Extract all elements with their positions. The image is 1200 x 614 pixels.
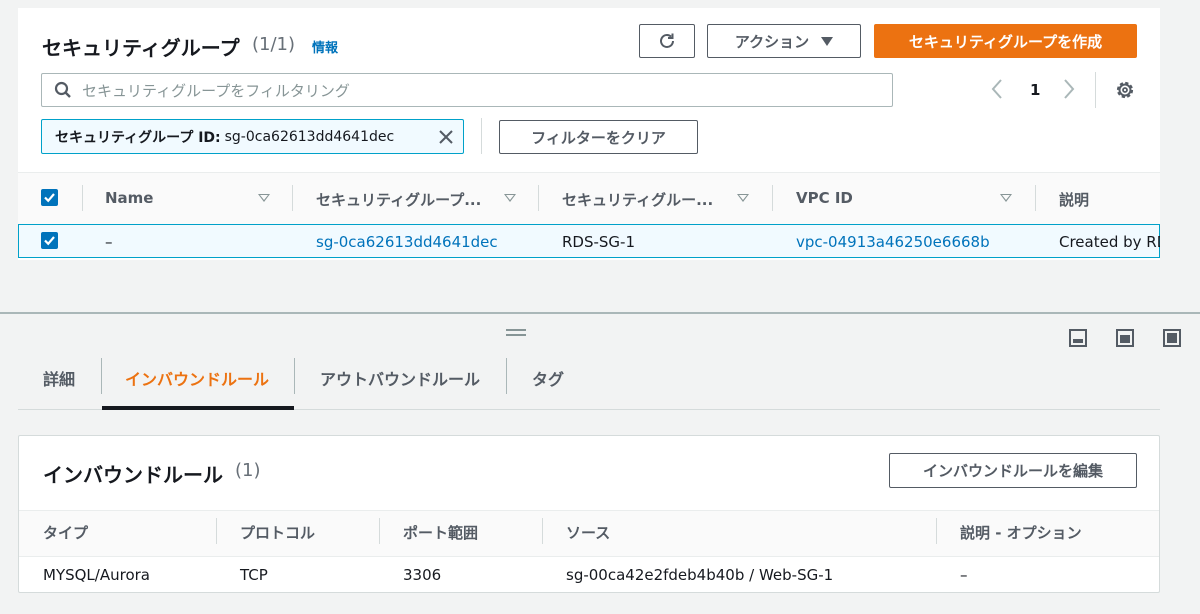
search-icon [54,81,71,98]
drag-handle-icon[interactable] [506,329,526,337]
inbound-title: インバウンドルール [43,463,223,487]
chevron-right-icon[interactable] [1062,78,1076,100]
column-header-protocol: プロトコル [240,524,316,542]
panel-layout-icon[interactable] [1116,329,1134,347]
tab-tags[interactable]: タグ [532,366,564,390]
divider [1035,185,1036,211]
edit-inbound-rules-button[interactable]: インバウンドルールを編集 [889,453,1137,488]
tab-inbound-rules[interactable]: インバウンドルール [125,366,269,390]
split-divider[interactable] [0,312,1200,314]
panel-layout-icon[interactable] [1163,329,1181,347]
cell-source: sg-00ca42e2fdeb4b40b / Web-SG-1 [566,566,834,584]
tab-outbound-rules[interactable]: アウトバウンドルール [320,366,480,390]
cell-group-id[interactable]: sg-0ca62613dd4641dec [316,233,498,251]
divider [82,185,83,211]
divider [772,185,773,211]
column-header-description[interactable]: 説明 [1059,189,1089,210]
caret-down-icon [821,36,834,46]
create-security-group-button[interactable]: セキュリティグループを作成 [874,24,1137,58]
cell-port-range: 3306 [403,566,442,584]
cell-description: – [960,566,968,584]
divider [481,118,482,154]
clear-filter-label: フィルターをクリア [531,128,666,147]
column-header-description: 説明 - オプション [960,524,1082,542]
column-header-group-name[interactable]: セキュリティグルー... [562,189,713,210]
cell-vpc-id[interactable]: vpc-04913a46250e6668b [796,233,990,251]
divider [936,518,937,544]
filter-token: セキュリティグループ ID: sg-0ca62613dd4641dec [41,119,464,154]
chevron-left-icon[interactable] [990,78,1004,100]
divider [542,518,543,544]
actions-button[interactable]: アクション [707,24,861,58]
tab-details[interactable]: 詳細 [43,366,75,390]
group-count: (1/1) [252,34,296,55]
cell-protocol: TCP [240,566,268,584]
divider [379,518,380,544]
info-link[interactable]: 情報 [312,37,338,56]
column-header-name[interactable]: Name [105,189,153,207]
edit-inbound-label: インバウンドルールを編集 [922,462,1103,480]
gear-icon[interactable] [1114,79,1136,101]
create-label: セキュリティグループを作成 [908,32,1103,51]
refresh-icon [660,33,674,48]
row-checkbox[interactable] [41,232,58,249]
divider [292,185,293,211]
sort-icon[interactable] [1000,194,1012,202]
inbound-rules-panel: インバウンドルール (1) インバウンドルールを編集 タイプ プロトコル ポート… [18,435,1160,593]
search-placeholder: セキュリティグループをフィルタリング [82,81,350,100]
filter-token-value: sg-0ca62613dd4641dec [224,128,395,145]
column-header-vpc-id[interactable]: VPC ID [796,189,853,207]
checkbox-icon [44,236,55,246]
security-groups-panel: セキュリティグループ (1/1) 情報 アクション セキュリティグループを作成 … [18,8,1160,260]
sort-icon[interactable] [258,194,270,202]
cell-name: – [105,233,113,251]
column-header-group-id[interactable]: セキュリティグループ... [316,189,481,210]
sort-icon[interactable] [504,194,516,202]
close-icon[interactable] [437,128,455,146]
panel-layout-icon[interactable] [1069,329,1087,347]
column-header-port-range: ポート範囲 [403,524,479,542]
cell-type: MYSQL/Aurora [43,566,150,584]
filter-token-label: セキュリティグループ ID: [55,129,221,146]
select-all-checkbox[interactable] [41,189,58,206]
column-header-source: ソース [566,524,611,542]
sort-icon[interactable] [737,194,749,202]
refresh-button[interactable] [639,24,695,58]
column-header-type: タイプ [43,524,89,542]
divider [216,518,217,544]
active-tab-indicator [102,406,294,410]
page-title: セキュリティグループ [42,36,240,60]
clear-filter-button[interactable]: フィルターをクリア [499,120,698,154]
divider [506,358,507,394]
page-number[interactable]: 1 [1030,81,1040,99]
divider [101,358,102,394]
search-field[interactable]: セキュリティグループをフィルタリング [41,73,893,107]
checkbox-icon [44,193,55,203]
actions-label: アクション [734,32,810,51]
cell-group-name: RDS-SG-1 [562,233,636,251]
divider [1095,72,1096,108]
cell-description: Created by RDS [1059,233,1160,251]
divider [538,185,539,211]
divider [294,358,295,394]
inbound-count: (1) [235,460,261,481]
